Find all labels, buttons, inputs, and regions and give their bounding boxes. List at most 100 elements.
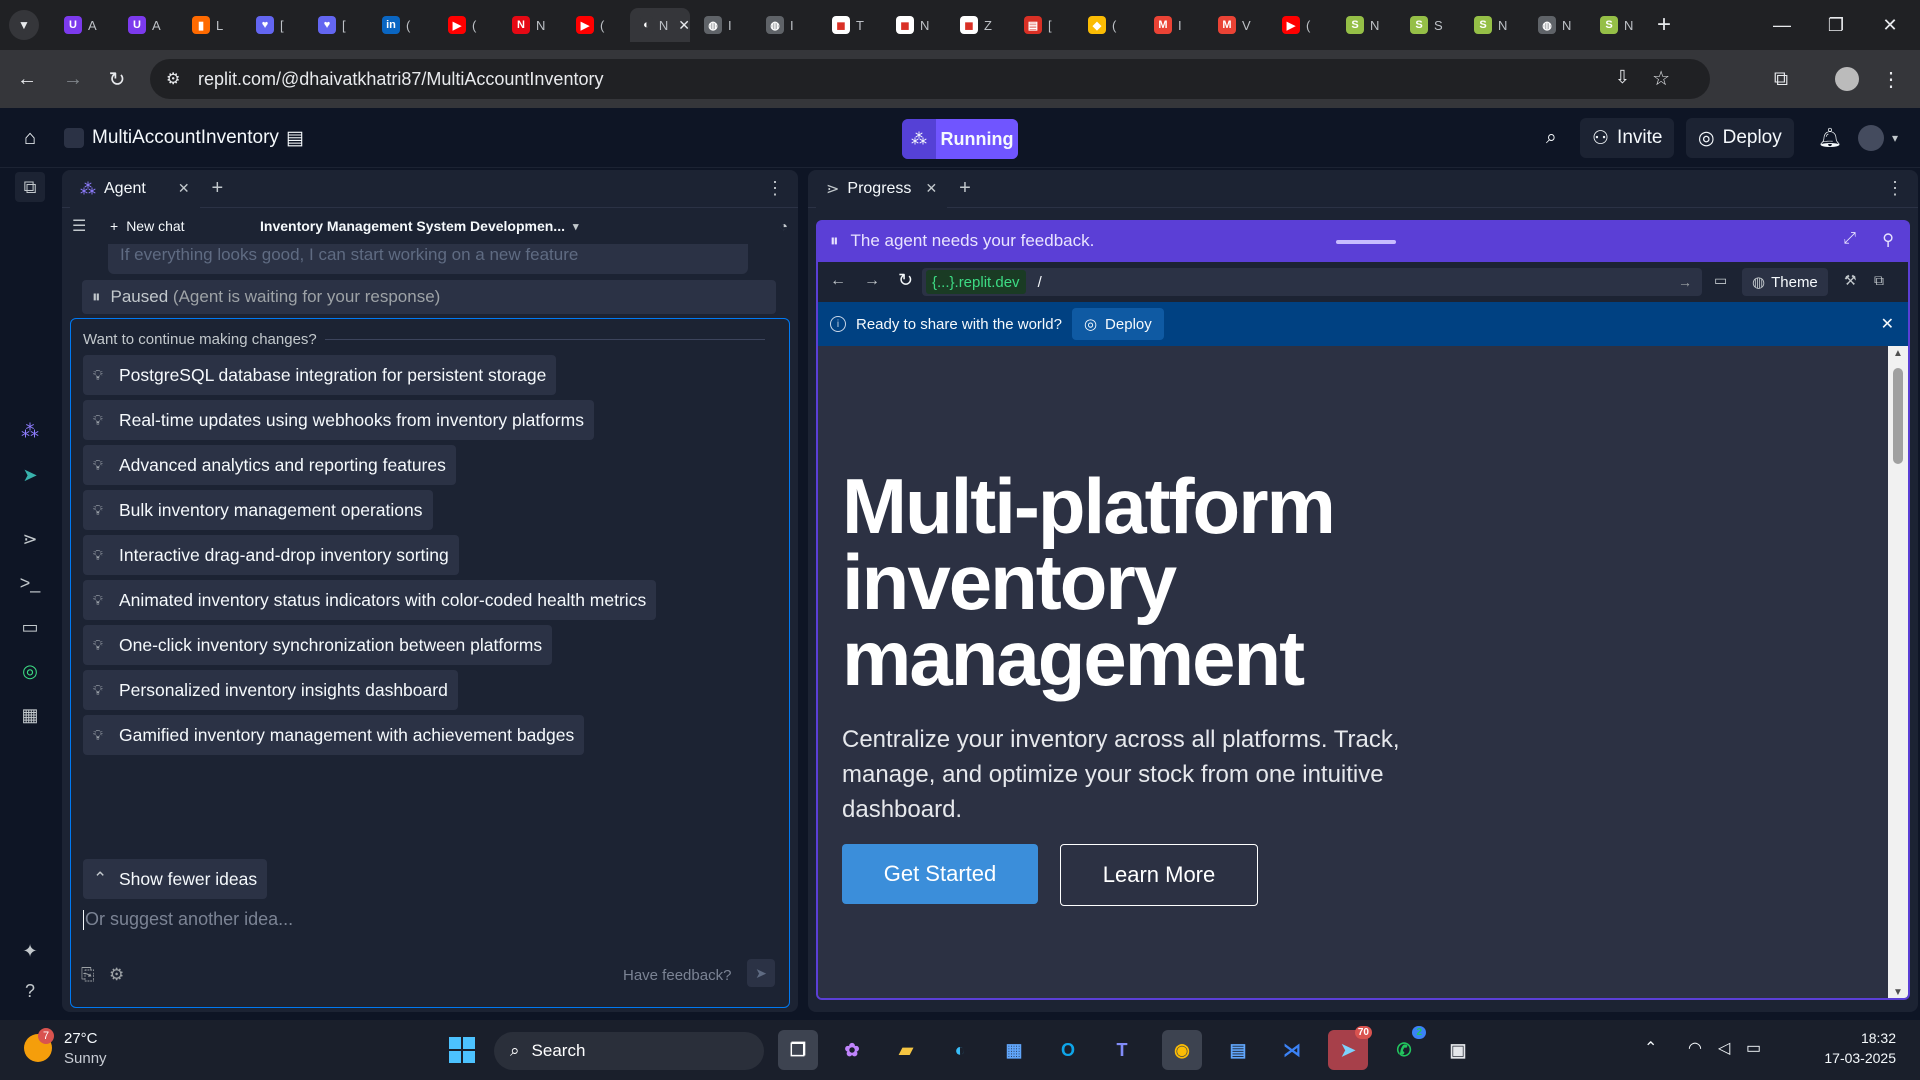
webview-url-field[interactable]: {...}.replit.dev / → bbox=[922, 268, 1702, 296]
browser-tab[interactable]: ◼ N bbox=[886, 8, 946, 42]
project-name-button[interactable]: MultiAccountInventory bbox=[52, 118, 291, 158]
chrome-button[interactable]: ◉ bbox=[1162, 1030, 1202, 1070]
agent-tool-button[interactable]: ⁂ bbox=[15, 416, 45, 446]
attach-icon[interactable]: ⎘ bbox=[81, 965, 95, 985]
usage-gauge-icon[interactable]: ◔ bbox=[780, 218, 788, 234]
idea-suggestion-button[interactable]: 💡︎ One-click inventory synchronization be… bbox=[83, 625, 553, 665]
suggest-idea-input[interactable]: Or suggest another idea... bbox=[83, 909, 293, 931]
close-icon[interactable]: ✕ bbox=[925, 180, 937, 197]
learn-more-button[interactable]: Learn More bbox=[1060, 844, 1258, 906]
copilot-button[interactable]: ✿ bbox=[832, 1030, 872, 1070]
drag-handle[interactable] bbox=[1336, 240, 1396, 244]
weather-temp[interactable]: 27°C bbox=[64, 1030, 98, 1047]
new-chat-button[interactable]: + New chat bbox=[110, 218, 185, 234]
site-settings-icon[interactable]: ⚙ bbox=[166, 69, 180, 89]
invite-button[interactable]: ⚇ Invite bbox=[1580, 118, 1675, 158]
shell-tool-button[interactable]: >_ bbox=[15, 568, 45, 598]
bookmark-star-icon[interactable]: ☆ bbox=[1652, 66, 1670, 91]
vscode-button[interactable]: ⋊ bbox=[1272, 1030, 1312, 1070]
whatsapp-button[interactable]: ✆ 2 bbox=[1384, 1026, 1426, 1070]
show-fewer-ideas-button[interactable]: ⌃ Show fewer ideas bbox=[83, 859, 268, 899]
browser-tab[interactable]: in ( bbox=[372, 8, 432, 42]
browser-tab[interactable]: SN bbox=[1336, 8, 1396, 42]
workflows-tool-button[interactable]: ⋗ bbox=[15, 524, 45, 554]
webview-reload-button[interactable]: ↻ bbox=[898, 270, 913, 291]
back-button[interactable]: ← bbox=[12, 64, 42, 94]
idea-suggestion-button[interactable]: 💡︎ Real-time updates using webhooks from … bbox=[83, 400, 594, 440]
settings-icon[interactable]: ⚙ bbox=[109, 965, 124, 985]
add-tab-button[interactable]: + bbox=[959, 177, 971, 200]
chat-history-button[interactable]: ☰ bbox=[72, 216, 86, 236]
webview-forward-button[interactable]: → bbox=[864, 272, 880, 290]
taskbar-search[interactable]: ⌕ Search bbox=[494, 1032, 764, 1070]
browser-tab[interactable]: ◼ T bbox=[822, 8, 882, 42]
telegram-button[interactable]: ➤ 70 bbox=[1328, 1026, 1372, 1070]
close-window-button[interactable]: ✕ bbox=[1860, 0, 1920, 50]
volume-icon[interactable]: ◁ bbox=[1718, 1038, 1730, 1058]
feedback-link[interactable]: Have feedback? bbox=[623, 967, 731, 984]
file-tree-button[interactable]: ⧉ bbox=[15, 172, 45, 202]
chrome-menu-button[interactable]: ⋮ bbox=[1876, 64, 1906, 94]
idea-suggestion-button[interactable]: 💡︎ Animated inventory status indicators w… bbox=[83, 580, 657, 620]
expand-icon[interactable]: ⤢ bbox=[1843, 230, 1856, 248]
extensions-button[interactable]: ⧉ bbox=[1766, 64, 1796, 94]
browser-tab[interactable]: ▮ L bbox=[182, 8, 242, 42]
scroll-up-icon[interactable]: ▲ bbox=[1893, 348, 1903, 359]
add-tab-button[interactable]: + bbox=[212, 177, 224, 200]
clock-date[interactable]: 17-03-2025 bbox=[1786, 1050, 1896, 1066]
browser-tab[interactable]: ♥[ bbox=[308, 8, 368, 42]
browser-tab[interactable]: MV bbox=[1208, 8, 1268, 42]
browser-tab[interactable]: NN bbox=[502, 8, 562, 42]
scroll-thumb[interactable] bbox=[1893, 368, 1903, 464]
address-bar[interactable]: ⚙ replit.com/@dhaivatkhatri87/MultiAccou… bbox=[150, 59, 1710, 99]
browser-tab[interactable]: ◼ Z bbox=[950, 8, 1010, 42]
browser-tab[interactable]: ◍ I bbox=[694, 8, 754, 42]
close-icon[interactable]: ✕ bbox=[178, 180, 190, 197]
kebab-menu-icon[interactable]: ⋮ bbox=[766, 178, 784, 199]
browser-tab[interactable]: ♥[ bbox=[246, 8, 306, 42]
deployments-tool-button[interactable]: ◎ bbox=[15, 656, 45, 686]
get-started-button[interactable]: Get Started bbox=[842, 844, 1038, 904]
app-button[interactable]: ▣ bbox=[1438, 1030, 1478, 1070]
browser-tab[interactable]: MI bbox=[1144, 8, 1204, 42]
browser-tab[interactable]: ◍ I bbox=[756, 8, 816, 42]
run-status-button[interactable]: ⁂ Running bbox=[902, 119, 1018, 159]
idea-suggestion-button[interactable]: 💡︎ Advanced analytics and reporting featu… bbox=[83, 445, 456, 485]
new-tab-button[interactable]: + bbox=[1644, 8, 1684, 42]
restore-button[interactable]: ❐ bbox=[1806, 0, 1866, 50]
open-new-tab-icon[interactable]: ⧉ bbox=[1874, 272, 1884, 289]
assistant-tool-button[interactable]: ➤ bbox=[15, 460, 45, 490]
forward-button[interactable]: → bbox=[58, 64, 88, 94]
chat-title-dropdown[interactable]: Inventory Management System Developmen..… bbox=[260, 218, 579, 234]
browser-tab[interactable]: SN bbox=[1590, 8, 1650, 42]
webview-tool-button[interactable]: ▭ bbox=[15, 612, 45, 642]
browser-tab[interactable]: SN bbox=[1464, 8, 1524, 42]
idea-suggestion-button[interactable]: 💡︎ Personalized inventory insights dashbo… bbox=[83, 670, 458, 710]
close-icon[interactable]: ✕ bbox=[1881, 314, 1894, 334]
go-arrow-icon[interactable]: → bbox=[1678, 274, 1692, 290]
tab-progress[interactable]: ⋗ Progress ✕ bbox=[816, 170, 948, 208]
devtools-icon[interactable]: ⚒ bbox=[1844, 272, 1857, 289]
home-button[interactable]: ⌂ bbox=[12, 118, 48, 158]
show-hidden-icons-button[interactable]: ⌃ bbox=[1644, 1038, 1657, 1058]
account-menu-button[interactable]: ▾ bbox=[1846, 118, 1910, 158]
device-icon[interactable]: ▭ bbox=[1714, 272, 1727, 289]
browser-tab[interactable]: SS bbox=[1400, 8, 1460, 42]
pin-icon[interactable]: ⚲ bbox=[1882, 230, 1894, 250]
browser-tab[interactable]: UA bbox=[118, 8, 178, 42]
browser-tab[interactable]: UA bbox=[54, 8, 114, 42]
file-explorer-button[interactable]: ▰ bbox=[886, 1030, 926, 1070]
scroll-down-icon[interactable]: ▼ bbox=[1893, 987, 1903, 998]
battery-icon[interactable]: ▭ bbox=[1746, 1038, 1761, 1058]
share-deploy-button[interactable]: ◎ Deploy bbox=[1071, 308, 1164, 340]
install-app-icon[interactable]: ⇩ bbox=[1615, 67, 1630, 88]
webview-back-button[interactable]: ← bbox=[830, 272, 846, 290]
weather-desc[interactable]: Sunny bbox=[64, 1050, 107, 1067]
browser-tab[interactable]: ▶( bbox=[438, 8, 498, 42]
ai-button[interactable]: ✦ bbox=[15, 936, 45, 966]
wifi-icon[interactable]: ◠ bbox=[1688, 1038, 1702, 1058]
browser-tab[interactable]: ◆( bbox=[1078, 8, 1138, 42]
browser-tab[interactable]: ▤[ bbox=[1014, 8, 1074, 42]
task-view-button[interactable]: ❐ bbox=[778, 1030, 818, 1070]
browser-tab[interactable]: ◐ N ✕ bbox=[630, 8, 690, 42]
